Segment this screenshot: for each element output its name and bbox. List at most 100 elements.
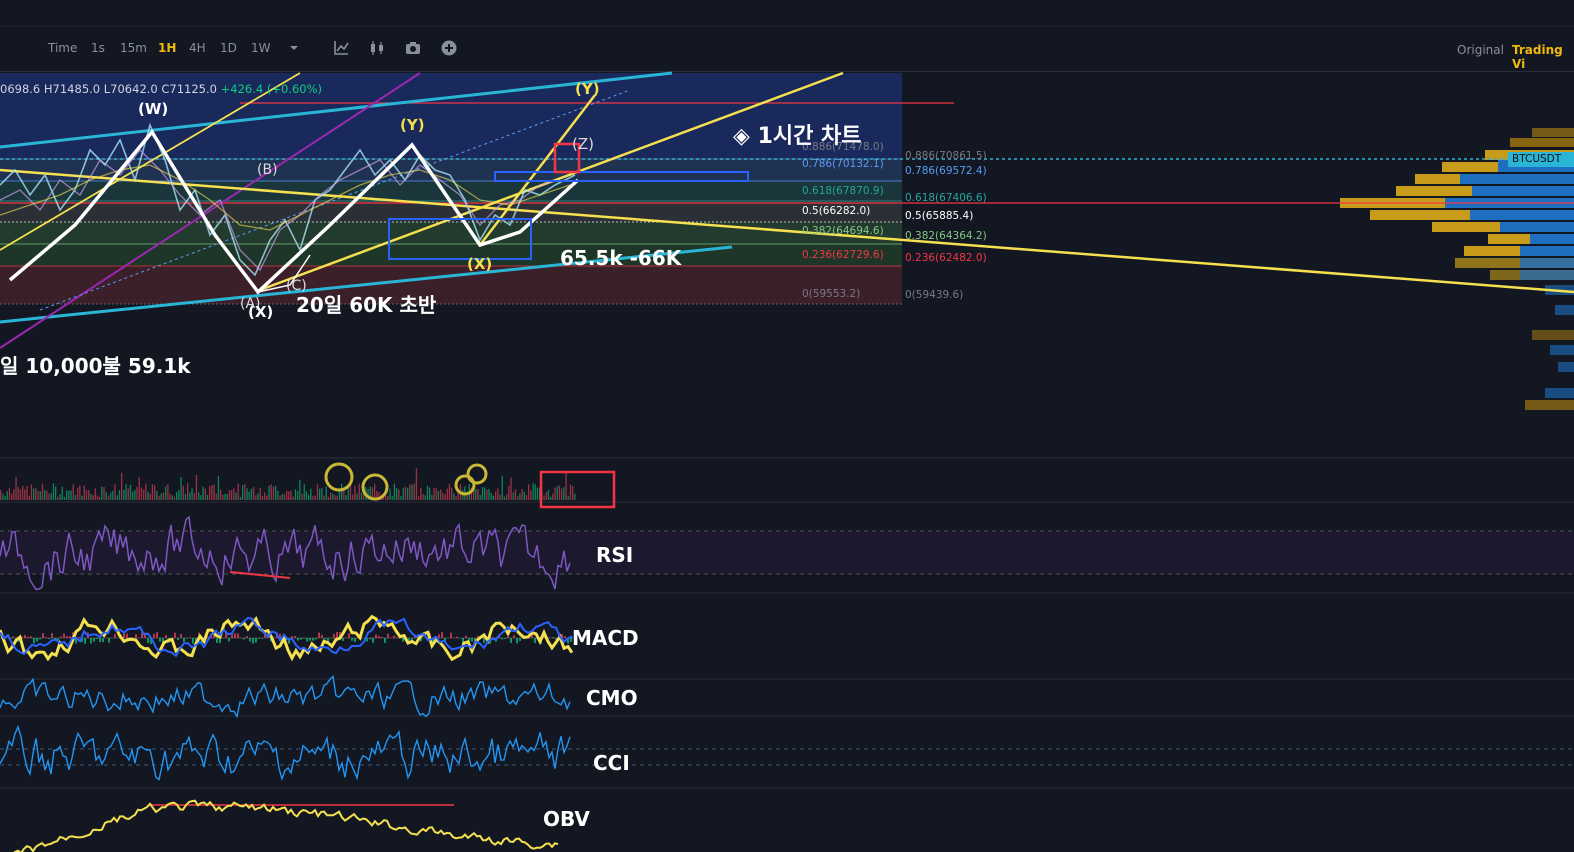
volume-bar bbox=[101, 486, 103, 500]
interval-1h[interactable]: 1H bbox=[158, 41, 176, 55]
volume-bar bbox=[510, 477, 512, 500]
volume-bar bbox=[112, 490, 114, 500]
interval-1d[interactable]: 1D bbox=[220, 41, 237, 55]
macd-histogram-bar bbox=[336, 632, 338, 638]
volume-bar bbox=[411, 484, 413, 500]
macd-histogram-bar bbox=[306, 638, 308, 642]
macd-histogram-bar bbox=[147, 638, 149, 643]
macd-histogram-bar bbox=[114, 634, 116, 638]
volume-bar bbox=[99, 496, 101, 500]
volume-bar bbox=[35, 487, 37, 500]
chevron-down-icon[interactable] bbox=[285, 39, 303, 57]
volume-bar bbox=[158, 495, 160, 500]
volume-bar bbox=[341, 483, 343, 500]
interval-1w[interactable]: 1W bbox=[251, 41, 271, 55]
macd-histogram-bar bbox=[150, 638, 152, 644]
macd-histogram-bar bbox=[213, 632, 215, 638]
macd-histogram-bar bbox=[552, 637, 554, 638]
volume-bar bbox=[424, 495, 426, 500]
volume-bar bbox=[211, 484, 213, 500]
volume-profile bbox=[1340, 128, 1574, 410]
volume-bar bbox=[59, 494, 61, 500]
interval-time[interactable]: Time bbox=[48, 41, 77, 55]
add-icon[interactable] bbox=[440, 39, 458, 57]
wave-label-x2: (X) bbox=[467, 255, 493, 273]
volume-bar bbox=[327, 496, 330, 500]
volume-bar bbox=[462, 489, 464, 500]
volume-bar bbox=[294, 489, 297, 500]
wave-label-z: (Z) bbox=[572, 135, 594, 153]
indicator-icon[interactable] bbox=[332, 39, 350, 57]
volume-bar bbox=[407, 487, 409, 500]
macd-histogram-bar bbox=[60, 636, 62, 638]
volume-bar bbox=[433, 487, 435, 500]
macd-histogram-bar bbox=[303, 638, 305, 639]
macd-histogram-bar bbox=[501, 638, 503, 640]
volume-bar bbox=[532, 483, 534, 500]
macd-histogram-bar bbox=[207, 636, 209, 638]
volume-bar bbox=[79, 485, 81, 500]
volume-bar bbox=[495, 491, 497, 500]
volume-bar bbox=[180, 476, 182, 500]
cmo-label: CMO bbox=[586, 686, 638, 710]
elliott-wave bbox=[8, 128, 580, 295]
volume-bar bbox=[565, 472, 567, 500]
macd-label: MACD bbox=[572, 626, 639, 650]
volume-bar bbox=[57, 496, 59, 500]
macd-histogram-bar bbox=[525, 635, 527, 638]
volume-bar bbox=[569, 484, 572, 500]
macd-histogram-bar bbox=[495, 638, 497, 642]
volume-bar bbox=[107, 495, 110, 500]
volume-bar bbox=[367, 489, 369, 500]
volume-bar bbox=[17, 487, 19, 500]
macd-histogram-bar bbox=[396, 637, 398, 638]
volume-bar bbox=[481, 487, 484, 500]
macd-histogram-bar bbox=[441, 632, 443, 638]
macd-histogram-bar bbox=[198, 632, 200, 638]
macd-histogram-bar bbox=[228, 638, 230, 642]
volume-bar bbox=[400, 496, 402, 500]
volume-bar bbox=[165, 486, 167, 500]
macd-histogram-bar bbox=[156, 632, 158, 638]
macd-histogram-bar bbox=[477, 635, 479, 638]
macd-histogram-bar bbox=[318, 632, 320, 638]
macd-histogram-bar bbox=[414, 634, 416, 638]
interval-15m[interactable]: 15m bbox=[120, 41, 147, 55]
volume-bar bbox=[123, 490, 125, 500]
camera-icon[interactable] bbox=[404, 39, 422, 57]
macd-histogram-bar bbox=[174, 632, 176, 638]
macd-histogram-bar bbox=[462, 638, 464, 644]
volume-bar bbox=[48, 493, 50, 500]
macd-histogram-bar bbox=[252, 638, 254, 644]
volume-bar bbox=[321, 488, 323, 500]
interval-4h[interactable]: 4H bbox=[189, 41, 206, 55]
macd-histogram-bar bbox=[57, 638, 59, 641]
macd-histogram-bar bbox=[342, 638, 344, 641]
macd-histogram-bar bbox=[450, 632, 452, 638]
volume-bar bbox=[398, 489, 400, 500]
volume-bar bbox=[114, 484, 116, 500]
macd-histogram-bar bbox=[408, 638, 410, 644]
fib-left-0: 0(59553.2) bbox=[802, 288, 861, 300]
volume-bar bbox=[556, 486, 558, 500]
volume-bar bbox=[545, 492, 547, 500]
volume-bar bbox=[46, 490, 48, 500]
interval-1s[interactable]: 1s bbox=[91, 41, 105, 55]
ohlc-readout: 0698.6 H71485.0 L70642.0 C71125.0 +426.4… bbox=[0, 82, 322, 96]
view-original[interactable]: Original bbox=[1457, 43, 1504, 57]
view-tradingview[interactable]: Trading Vi bbox=[1512, 43, 1574, 71]
volume-bar bbox=[193, 493, 195, 500]
macd-histogram-bar bbox=[351, 638, 353, 641]
volume-bar bbox=[552, 493, 554, 500]
volume-bar bbox=[530, 490, 532, 500]
volume-bar bbox=[246, 488, 248, 500]
macd-histogram-bar bbox=[108, 638, 110, 643]
volume-bar bbox=[312, 495, 314, 500]
volume-bar bbox=[336, 495, 338, 500]
volume-bar bbox=[506, 494, 508, 500]
macd-histogram-bar bbox=[255, 638, 257, 643]
macd-histogram-bar bbox=[393, 635, 395, 638]
volume-bar bbox=[68, 490, 70, 500]
candle-type-icon[interactable] bbox=[368, 39, 386, 57]
macd-histogram-bar bbox=[234, 633, 236, 638]
